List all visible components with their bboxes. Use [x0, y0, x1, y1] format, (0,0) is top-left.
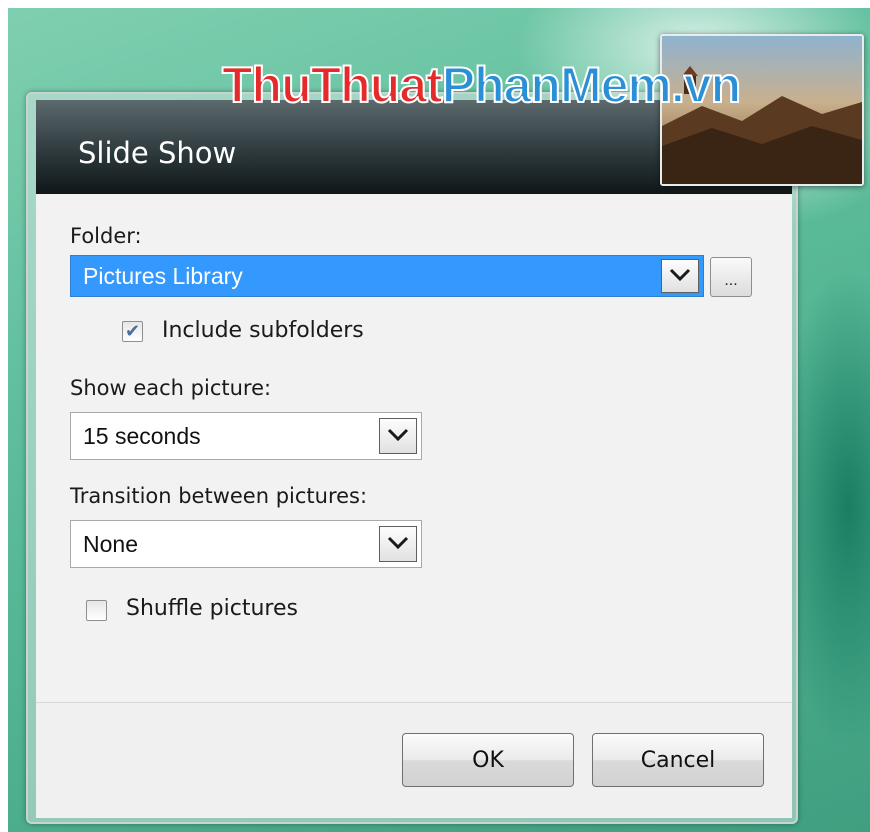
browse-button[interactable]: ... — [710, 257, 752, 297]
folder-dropdown-button[interactable] — [661, 259, 699, 293]
chevron-down-icon — [669, 267, 691, 286]
show-each-dropdown-button[interactable] — [379, 418, 417, 454]
settings-panel: Folder: Pictures Library ... ✔ Include s… — [36, 194, 792, 702]
transition-select[interactable]: None — [70, 520, 422, 568]
folder-select-value: Pictures Library — [83, 262, 243, 289]
transition-value: None — [83, 530, 138, 557]
slide-show-dialog: Slide Show Folder: Pictures Library ... … — [26, 92, 798, 824]
transition-label: Transition between pictures: — [70, 484, 368, 508]
show-each-picture-label: Show each picture: — [70, 376, 272, 400]
chevron-down-icon — [387, 535, 409, 554]
cancel-button[interactable]: Cancel — [592, 733, 764, 787]
show-each-picture-select[interactable]: 15 seconds — [70, 412, 422, 460]
folder-select[interactable]: Pictures Library — [70, 255, 704, 297]
checkmark-icon: ✔ — [124, 320, 141, 342]
watermark-logo: ThuThuat PhanMem .vn — [221, 56, 742, 120]
include-subfolders-checkbox[interactable]: ✔ — [122, 321, 143, 342]
watermark-part2: PhanMem — [441, 56, 673, 114]
watermark-part3: .vn — [670, 56, 742, 114]
watermark-part1: ThuThuat — [221, 56, 444, 114]
chevron-down-icon — [387, 427, 409, 446]
dialog-footer: OK Cancel — [36, 702, 792, 818]
transition-dropdown-button[interactable] — [379, 526, 417, 562]
ok-button[interactable]: OK — [402, 733, 574, 787]
shuffle-pictures-label: Shuffle pictures — [126, 596, 298, 621]
include-subfolders-label: Include subfolders — [162, 318, 364, 343]
show-each-picture-value: 15 seconds — [83, 422, 201, 449]
shuffle-pictures-checkbox[interactable] — [86, 600, 107, 621]
folder-label: Folder: — [70, 224, 142, 248]
dialog-title: Slide Show — [78, 136, 237, 170]
